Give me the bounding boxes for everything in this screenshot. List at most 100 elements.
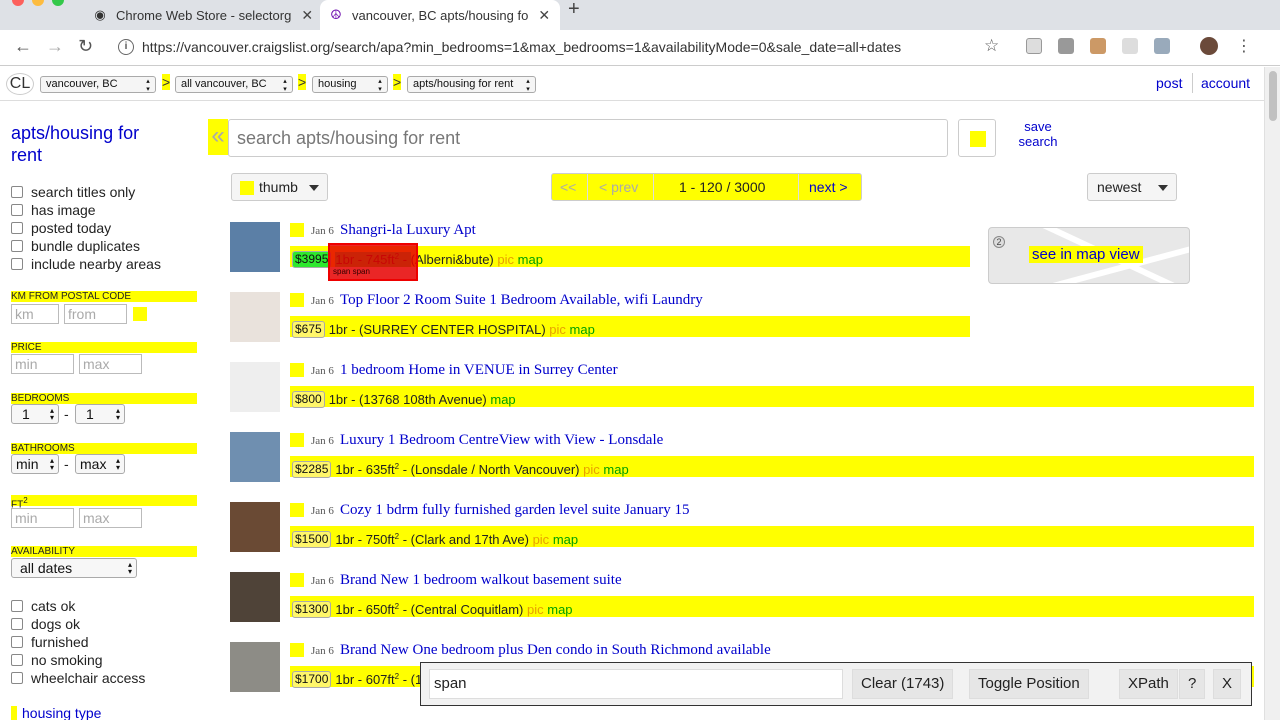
bathrooms-max-select[interactable]: max ▴ ▾ [75,454,125,474]
prev-page-button[interactable]: < prev [599,174,638,200]
tab-craigslist[interactable]: ☮ vancouver, BC apts/housing fo ✕ [320,0,560,30]
extension-icon-3[interactable] [1090,38,1106,54]
post-link[interactable]: post [1156,75,1182,91]
favorite-star-icon[interactable] [290,223,304,237]
ft-max-input[interactable]: max [79,508,142,528]
result-price: $1500 [292,531,332,548]
result-thumbnail[interactable] [230,572,280,622]
map-tag[interactable]: map [570,322,595,337]
profile-avatar[interactable] [1200,37,1218,55]
sort-select[interactable]: newest [1087,173,1177,201]
map-tag[interactable]: map [490,392,515,407]
account-link[interactable]: account [1201,75,1250,91]
result-title-link[interactable]: Brand New One bedroom plus Den condo in … [340,642,771,659]
result-neighborhood: (Central Coquitlam) [410,602,524,617]
price-min-input[interactable]: min [11,354,74,374]
price-max-input[interactable]: max [79,354,142,374]
back-icon[interactable]: ← [14,36,32,57]
result-title-link[interactable]: 1 bedroom Home in VENUE in Surrey Center [340,362,618,379]
maximize-window-button[interactable] [52,0,64,6]
help-button[interactable]: ? [1179,669,1206,699]
map-tag[interactable]: map [547,602,572,617]
favorite-star-icon[interactable] [290,503,304,517]
new-tab-icon[interactable]: + [568,0,580,19]
result-title-link[interactable]: Shangri-la Luxury Apt [340,222,476,239]
save-search-link[interactable]: save search [1012,119,1064,149]
close-button[interactable]: X [1213,669,1242,699]
checkbox-furnished[interactable]: furnished [11,634,89,650]
result-thumbnail[interactable] [230,642,280,692]
reload-icon[interactable]: ↻ [78,36,93,57]
result-thumbnail[interactable] [230,432,280,482]
extension-icon-2[interactable] [1058,38,1074,54]
scrollbar-thumb[interactable] [1269,71,1277,121]
selector-input[interactable]: span [429,669,843,699]
result-thumbnail[interactable] [230,222,280,272]
address-bar[interactable]: i https://vancouver.craigslist.org/searc… [110,33,1010,61]
postal-code-input[interactable]: from post [64,304,127,324]
extension-icon-5[interactable] [1154,38,1170,54]
favorite-star-icon[interactable] [290,643,304,657]
checkbox-posted-today[interactable]: posted today [11,220,111,236]
bedrooms-min-select[interactable]: 1 ▴ ▾ [11,404,59,424]
checkbox-wheelchair-access[interactable]: wheelchair access [11,670,145,686]
bookmark-star-icon[interactable]: ☆ [984,36,999,56]
tab-chrome-web-store[interactable]: ◉ Chrome Web Store - selectorg ✕ [84,0,320,30]
first-page-button[interactable]: << [560,174,576,200]
view-mode-select[interactable]: thumb [231,173,328,201]
crumb-category-select[interactable]: housing [312,76,388,93]
ft-min-input[interactable]: min [11,508,74,528]
search-input[interactable]: search apts/housing for rent [228,119,948,157]
availability-select[interactable]: all dates ▴ ▾ [11,558,137,578]
km-input[interactable]: km [11,304,59,324]
result-date: Jan 6 [311,365,334,377]
result-title-link[interactable]: Luxury 1 Bedroom CentreView with View - … [340,432,663,449]
close-tab-icon[interactable]: ✕ [538,7,550,24]
crumb-city-select[interactable]: vancouver, BC [40,76,156,93]
postal-submit[interactable] [133,307,147,321]
minimize-window-button[interactable] [32,0,44,6]
favorite-star-icon[interactable] [290,293,304,307]
favorite-star-icon[interactable] [290,573,304,587]
crumb-subcategory-select[interactable]: apts/housing for rent [407,76,536,93]
favorite-star-icon[interactable] [290,363,304,377]
result-thumbnail[interactable] [230,502,280,552]
crumb-area-select[interactable]: all vancouver, BC [175,76,293,93]
result-title-link[interactable]: Top Floor 2 Room Suite 1 Bedroom Availab… [340,292,703,309]
map-tag[interactable]: map [603,462,628,477]
close-tab-icon[interactable]: ✕ [301,7,313,24]
checkbox-no-smoking[interactable]: no smoking [11,652,103,668]
map-tag[interactable]: map [553,532,578,547]
checkbox-dogs-ok[interactable]: dogs ok [11,616,80,632]
bathrooms-min-select[interactable]: min ▴ ▾ [11,454,59,474]
forward-icon[interactable]: → [46,36,64,57]
toggle-position-button[interactable]: Toggle Position [969,669,1089,699]
housing-type-toggle[interactable]: housing type [11,705,101,720]
menu-dots-icon[interactable]: ⋮ [1236,36,1252,56]
result-thumbnail[interactable] [230,292,280,342]
map-tag[interactable]: map [518,252,543,267]
close-window-button[interactable] [12,0,24,6]
next-page-button[interactable]: next > [809,174,848,200]
page-scrollbar[interactable] [1264,67,1280,720]
extension-icon-4[interactable] [1122,38,1138,54]
page-title: apts/housing for rent [11,123,140,165]
checkbox-search-titles[interactable]: search titles only [11,184,135,200]
search-button[interactable] [958,119,996,157]
craigslist-logo[interactable]: CL [6,73,34,95]
bedrooms-max-select[interactable]: 1 ▴ ▾ [75,404,125,424]
checkbox-bundle-duplicates[interactable]: bundle duplicates [11,238,140,254]
xpath-button[interactable]: XPath [1119,669,1178,699]
result-thumbnail[interactable] [230,362,280,412]
checkbox-has-image[interactable]: has image [11,202,96,218]
result-title-link[interactable]: Brand New 1 bedroom walkout basement sui… [340,572,622,589]
collapse-sidebar-button[interactable]: « [208,119,228,155]
favorite-star-icon[interactable] [290,433,304,447]
checkbox-nearby-areas[interactable]: include nearby areas [11,256,161,272]
checkbox-cats-ok[interactable]: cats ok [11,598,75,614]
result-row: Jan 6 Brand New 1 bedroom walkout basemen… [230,572,1254,632]
info-icon[interactable]: i [118,39,134,55]
clear-button[interactable]: Clear (1743) [852,669,954,699]
result-title-link[interactable]: Cozy 1 bdrm fully furnished garden level… [340,502,690,519]
extension-icon-1[interactable] [1026,38,1042,54]
